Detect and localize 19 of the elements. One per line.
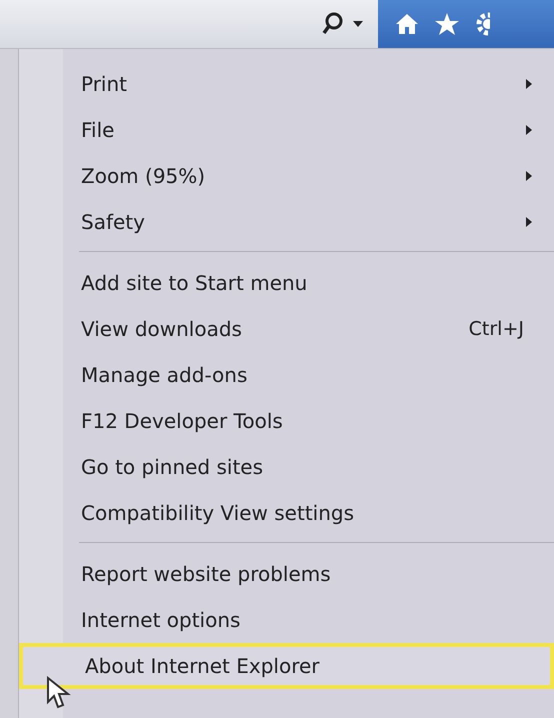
menu-item[interactable]: Manage add-ons (19, 352, 554, 398)
menu-item[interactable]: Zoom (95%) (19, 153, 554, 199)
menu-item[interactable]: Compatibility View settings (19, 490, 554, 536)
menu-item[interactable]: Go to pinned sites (19, 444, 554, 490)
settings-icon[interactable] (474, 11, 490, 37)
menu-item[interactable]: Report website problems (19, 551, 554, 597)
star-icon[interactable] (434, 12, 460, 36)
menu-item[interactable]: About Internet Explorer (19, 643, 554, 689)
menu-item[interactable]: Add site to Start menu (19, 260, 554, 306)
menu-item[interactable]: F12 Developer Tools (19, 398, 554, 444)
menu-item[interactable]: File (19, 107, 554, 153)
menu-item[interactable]: Print (19, 61, 554, 107)
shortcut-label: Ctrl+J (468, 318, 524, 340)
mouse-pointer-icon (46, 676, 72, 710)
menu-item[interactable]: Internet options (19, 597, 554, 643)
search-icon (322, 12, 344, 36)
menu-item[interactable]: Safety (19, 199, 554, 245)
home-icon[interactable] (394, 12, 420, 36)
menu-item[interactable]: View downloads Ctrl+J (19, 306, 554, 352)
